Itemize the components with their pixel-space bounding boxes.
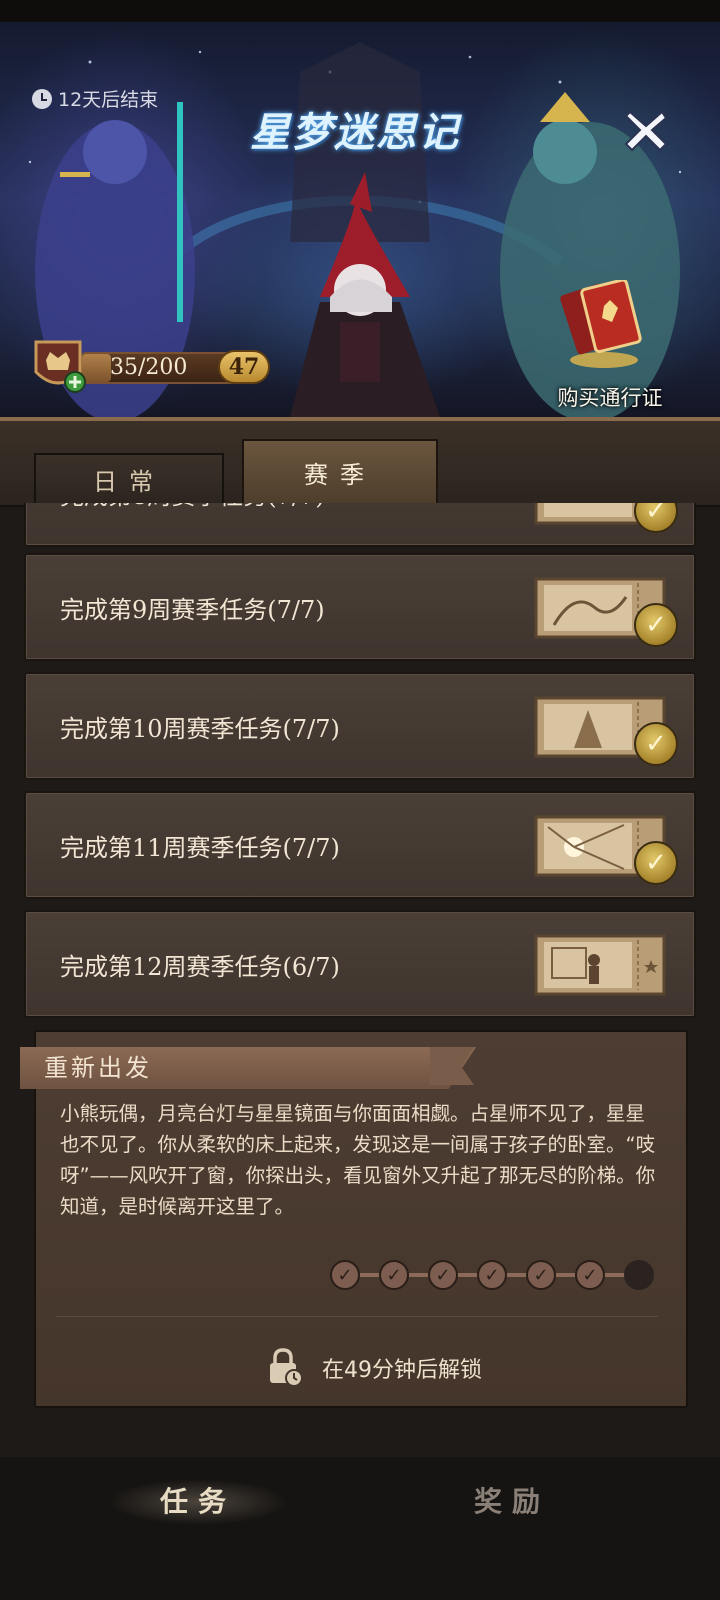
story-title: 重新出发	[44, 1054, 152, 1082]
task-list[interactable]: 完成第8周赛季任务(7/7) ✓ 完成第9周赛季任务(7/7) ✓ 完成第10周…	[0, 503, 720, 1028]
tab-season[interactable]: 赛季	[242, 439, 438, 505]
bottom-nav: 任务 奖励	[0, 1457, 720, 1600]
status-strip	[0, 0, 720, 22]
countdown-text: 12天后结束	[58, 89, 159, 111]
pass-level-widget[interactable]: 35/200 47	[30, 338, 280, 396]
completed-check-icon: ✓	[634, 603, 678, 647]
task-label: 完成第8周赛季任务(7/7)	[60, 503, 325, 545]
completed-check-icon: ✓	[634, 722, 678, 766]
progress-step-complete: ✓	[379, 1260, 409, 1290]
progress-step-complete: ✓	[477, 1260, 507, 1290]
reward-ticket-icon	[534, 934, 666, 996]
tab-daily[interactable]: 日常	[34, 453, 224, 505]
task-label: 完成第12周赛季任务(6/7)	[60, 952, 340, 981]
pass-ticket-icon[interactable]	[552, 280, 648, 370]
progress-step-complete: ✓	[330, 1260, 360, 1290]
tab-bar: 日常 赛季	[0, 417, 720, 507]
unlock-countdown: 在49分钟后解锁	[322, 1358, 482, 1383]
completed-check-icon: ✓	[634, 503, 678, 533]
buy-pass-label[interactable]: 购买通行证	[520, 382, 700, 412]
nav-tasks[interactable]: 任务	[108, 1479, 288, 1525]
rank-shield-icon	[34, 340, 86, 393]
task-card[interactable]: 完成第9周赛季任务(7/7) ✓	[24, 553, 696, 661]
event-title: 星梦迷思记	[250, 110, 460, 156]
countdown-timer: 12天后结束	[32, 85, 158, 112]
clock-icon	[32, 88, 52, 109]
task-card[interactable]: 完成第11周赛季任务(7/7) ✓	[24, 791, 696, 899]
event-banner: 12天后结束 星梦迷思记 35/200 47 购买通行证	[0, 22, 720, 417]
progress-step-complete: ✓	[575, 1260, 605, 1290]
close-icon	[624, 110, 668, 152]
task-card[interactable]: 完成第10周赛季任务(7/7) ✓	[24, 672, 696, 780]
task-label: 完成第9周赛季任务(7/7)	[60, 595, 325, 624]
task-label: 完成第11周赛季任务(7/7)	[60, 833, 340, 862]
task-card[interactable]: 完成第8周赛季任务(7/7) ✓	[24, 503, 696, 547]
completed-check-icon: ✓	[634, 841, 678, 885]
level-progress-text: 35/200	[110, 355, 188, 380]
level-progress-fill	[82, 354, 112, 382]
progress-step-pending	[624, 1260, 654, 1290]
divider	[56, 1316, 658, 1317]
close-button[interactable]	[620, 104, 672, 156]
task-card[interactable]: 完成第12周赛季任务(6/7)	[24, 910, 696, 1018]
progress-step-complete: ✓	[428, 1260, 458, 1290]
task-label: 完成第10周赛季任务(7/7)	[60, 714, 340, 743]
story-text: 小熊玩偶，月亮台灯与星星镜面与你面面相觑。占星师不见了，星星也不见了。你从柔软的…	[60, 1102, 656, 1218]
progress-step-complete: ✓	[526, 1260, 556, 1290]
chapter-progress-track: ✓ ✓ ✓ ✓ ✓ ✓	[330, 1258, 660, 1292]
lock-clock-icon	[270, 1348, 303, 1387]
pass-level-badge: 47	[218, 350, 270, 384]
nav-rewards[interactable]: 奖励	[422, 1479, 602, 1525]
